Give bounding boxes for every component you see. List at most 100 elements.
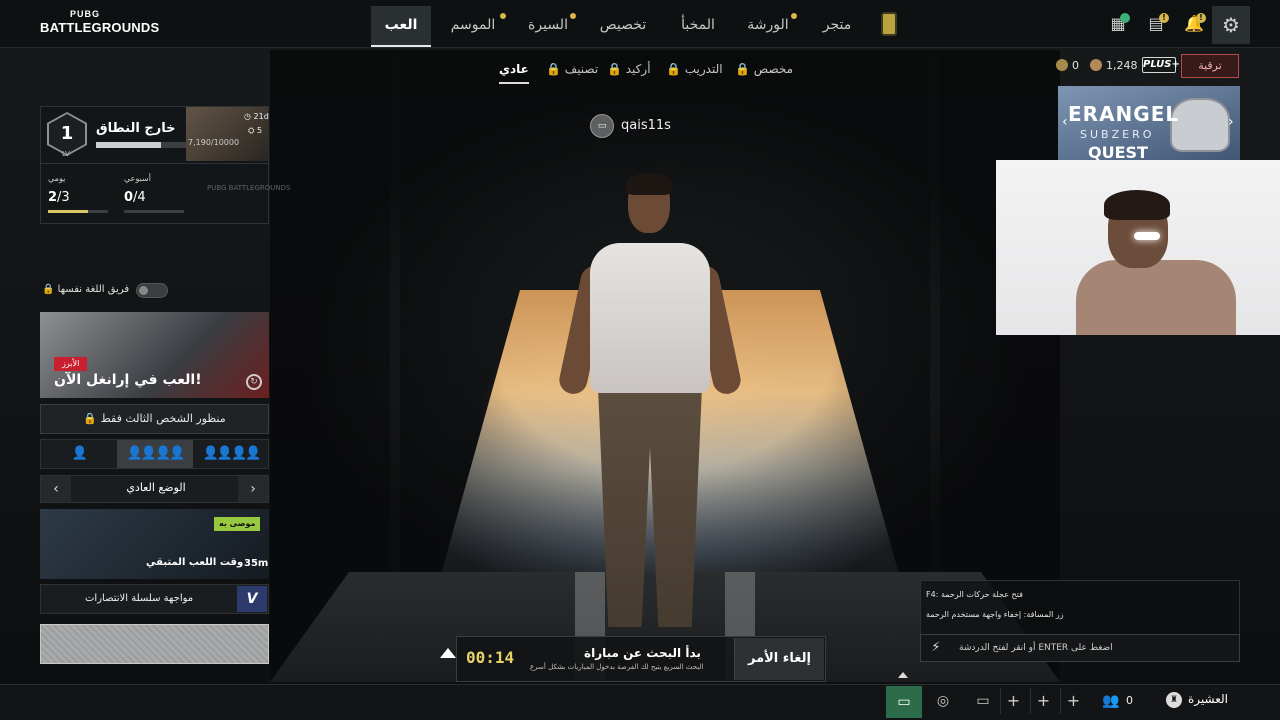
squad-option-squad[interactable]: 👤👤👤👤 — [117, 440, 193, 468]
promo-title: العب في إرانغل الآن! — [54, 372, 202, 388]
player-character — [550, 165, 750, 635]
weekly-bar — [124, 210, 184, 213]
chat-input[interactable]: أو انقر لفتح الدردشة ENTER اضغط على — [920, 634, 1240, 662]
banner-title: ERANGEL — [1068, 102, 1180, 126]
promo-tag: الأبرز — [54, 357, 88, 371]
party-icon[interactable]: 👥 — [1100, 690, 1122, 712]
xp-progress-bar — [96, 142, 186, 148]
team-toggle-text: فريق اللغة نفسها — [57, 284, 130, 295]
squad-option-squad-locked[interactable]: 👤👤👤👤 — [193, 440, 269, 468]
player-name[interactable]: qais11s — [621, 114, 671, 138]
character-legs — [598, 387, 702, 627]
notification-dot — [791, 13, 797, 19]
coin-amount: 0 — [1072, 59, 1079, 72]
gamepad-icon[interactable]: ▭ — [972, 690, 994, 712]
tab-season[interactable]: الموسم — [440, 6, 506, 47]
daily-bar — [48, 210, 108, 213]
chat-line: F4: فتح عجلة حركات الرحمة — [926, 590, 1023, 599]
notification-dot — [570, 13, 576, 19]
chat-placeholder: أو انقر لفتح الدردشة ENTER اضغط على — [959, 643, 1113, 653]
playtime-remaining: 35m — [244, 558, 269, 569]
banner-subtitle: SUBZERO — [1080, 128, 1155, 141]
squad-size-selector: 👤 👤👤👤👤 👤👤👤👤 — [40, 439, 269, 469]
gear-icon[interactable]: ⚙ — [1212, 6, 1250, 44]
match-timer: 00:14 — [466, 648, 515, 667]
rank-title: خارج النطاق — [96, 121, 176, 136]
daily-value: 2 — [48, 190, 58, 205]
notification-dot — [500, 13, 506, 19]
divider — [40, 163, 269, 164]
bottom-bar — [0, 684, 1280, 720]
chevron-right-icon[interactable]: › — [1228, 114, 1234, 130]
upgrade-button[interactable]: ترقية — [1181, 54, 1239, 78]
mode-tab-label: مخصص — [753, 62, 794, 76]
invite-slot-plus[interactable]: + — [1030, 688, 1056, 714]
daily-progress: 2/3 — [48, 190, 70, 205]
squad-locked-icon: 👤👤👤👤 — [202, 446, 262, 461]
tab-play[interactable]: العب — [371, 6, 431, 47]
daily-label: يومي — [48, 174, 66, 183]
game-mode-selector: ‹ الوضع العادي › — [40, 475, 269, 503]
same-language-team-label: 🔒 فريق اللغة نفسها — [42, 284, 130, 295]
plus-badge[interactable]: PLUS+ — [1142, 57, 1180, 73]
weekly-value: 0 — [124, 190, 134, 205]
mode-tab-label: أركيد — [625, 62, 651, 76]
new-badge — [1120, 13, 1130, 23]
webcam-person-hair — [1104, 190, 1170, 220]
squad-icon: 👤👤👤👤 — [126, 446, 186, 461]
xp-progress-fill — [96, 142, 161, 148]
refresh-icon[interactable]: ↻ — [246, 374, 262, 390]
alert-badge: ! — [1159, 13, 1169, 23]
chevron-left-icon[interactable]: ‹ — [1062, 114, 1068, 130]
xp-text: 7,190/10000 — [188, 138, 240, 147]
tab-stash[interactable]: المخبأ — [670, 6, 726, 47]
pubg-logo: PUBG BATTLEGROUNDS — [40, 9, 159, 39]
event-banner[interactable]: ERANGEL SUBZERO QUEST ‹ › — [1058, 86, 1240, 162]
chevron-left-icon[interactable]: ‹ — [41, 476, 71, 502]
mode-tab-label: التدريب — [684, 62, 723, 76]
chat-toggle-icon[interactable]: ▭ — [886, 686, 922, 718]
same-language-toggle[interactable] — [136, 283, 168, 298]
tab-customize[interactable]: تخصيص — [590, 6, 656, 47]
map-thumbnail[interactable] — [40, 624, 269, 664]
game-lobby: PUBG BATTLEGROUNDS العب الموسم السيرة تخ… — [0, 0, 1280, 720]
clan-icon[interactable]: ♜ — [1166, 692, 1182, 708]
player-badge-icon[interactable]: ▭ — [590, 114, 614, 138]
season-days: ◷ 21d — [244, 112, 269, 121]
chevron-right-icon[interactable]: › — [238, 476, 268, 502]
match-title: بدأ البحث عن مباراة — [584, 646, 701, 660]
invite-slot-plus[interactable]: + — [1000, 688, 1026, 714]
mode-tab-arcade[interactable]: 🔒 أركيد — [607, 62, 651, 84]
mode-tab-normal[interactable]: عادي — [499, 62, 529, 84]
cancel-button[interactable]: إلغاء الأمر — [734, 638, 824, 680]
clan-button[interactable]: العشيرة — [1188, 692, 1228, 706]
mode-tab-ranked[interactable]: 🔒 تصنيف — [546, 62, 598, 84]
win-streak-label: مواجهة سلسلة الانتصارات — [85, 593, 194, 604]
alert-badge: ! — [1196, 13, 1206, 23]
party-count: 0 — [1126, 694, 1133, 707]
season-count: ⛭ 5 — [248, 126, 263, 135]
tab-workshop[interactable]: الورشة — [742, 6, 794, 47]
headlamp-light — [1134, 232, 1160, 240]
mode-tab-training[interactable]: 🔒 التدريب — [666, 62, 723, 84]
win-streak-button[interactable]: مواجهة سلسلة الانتصارات — [40, 584, 269, 614]
webcam-overlay — [996, 160, 1280, 335]
perspective-button[interactable]: 🔒 منظور الشخص الثالث فقط — [40, 404, 269, 434]
perspective-label: منظور الشخص الثالث فقط — [100, 412, 226, 425]
logo-small-text: PUBG — [70, 9, 101, 19]
mode-tab-custom[interactable]: 🔒 مخصص — [735, 62, 793, 84]
match-subtitle: البحث السريع يتيح لك الفرصة بدخول المبار… — [530, 663, 704, 671]
radar-icon[interactable]: ◎ — [932, 690, 954, 712]
pubg-watermark: PUBG BATTLEGROUNDS — [207, 184, 291, 192]
v-icon: V — [237, 586, 267, 612]
arrow-up-icon — [440, 648, 456, 658]
invite-slot-plus[interactable]: + — [1060, 688, 1086, 714]
playtime-title: وقت اللعب المتبقي — [146, 557, 244, 568]
squad-option-solo[interactable]: 👤 — [41, 440, 117, 468]
event-coin-icon[interactable] — [881, 12, 897, 36]
level-label: LV — [62, 150, 70, 158]
bolt-icon[interactable]: ⚡ — [924, 636, 948, 660]
season-count-value: 5 — [256, 126, 263, 135]
tab-store[interactable]: متجر — [812, 6, 862, 47]
tab-career[interactable]: السيرة — [520, 6, 576, 47]
